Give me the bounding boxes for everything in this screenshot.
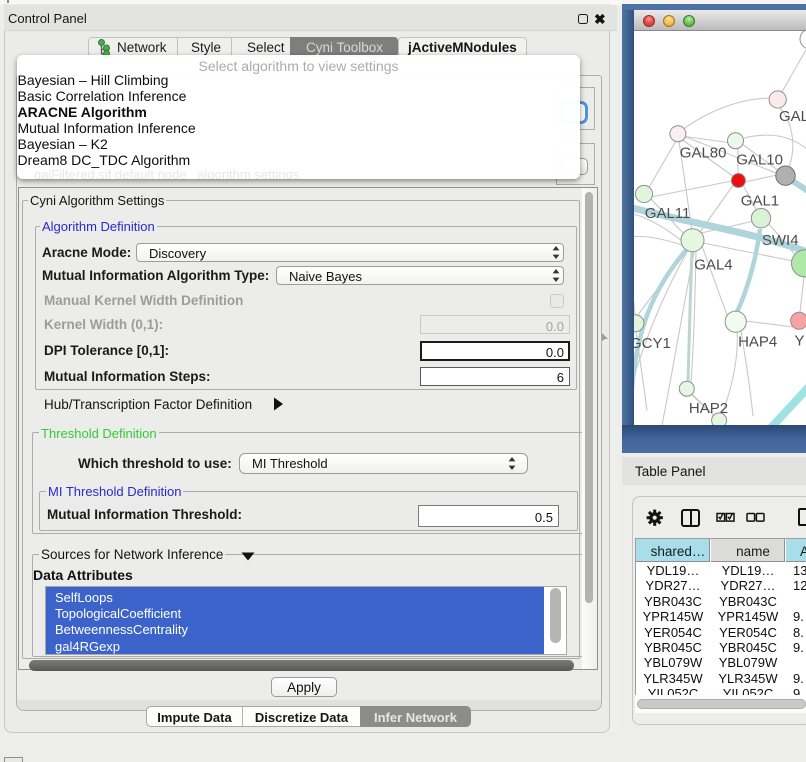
svg-text:GAL7: GAL7 — [779, 108, 806, 125]
svg-text:GAL10: GAL10 — [736, 151, 783, 168]
svg-text:GAL11: GAL11 — [645, 205, 691, 222]
svg-text:GAL1: GAL1 — [741, 192, 779, 209]
svg-text:HAP4: HAP4 — [738, 333, 777, 350]
svg-text:SWI4: SWI4 — [762, 232, 799, 249]
svg-text:GAL4: GAL4 — [694, 256, 732, 273]
svg-text:Y: Y — [795, 333, 805, 350]
svg-text:GAL80: GAL80 — [680, 145, 727, 162]
svg-text:HAP2: HAP2 — [689, 400, 728, 417]
svg-text:GCY1: GCY1 — [634, 335, 671, 352]
